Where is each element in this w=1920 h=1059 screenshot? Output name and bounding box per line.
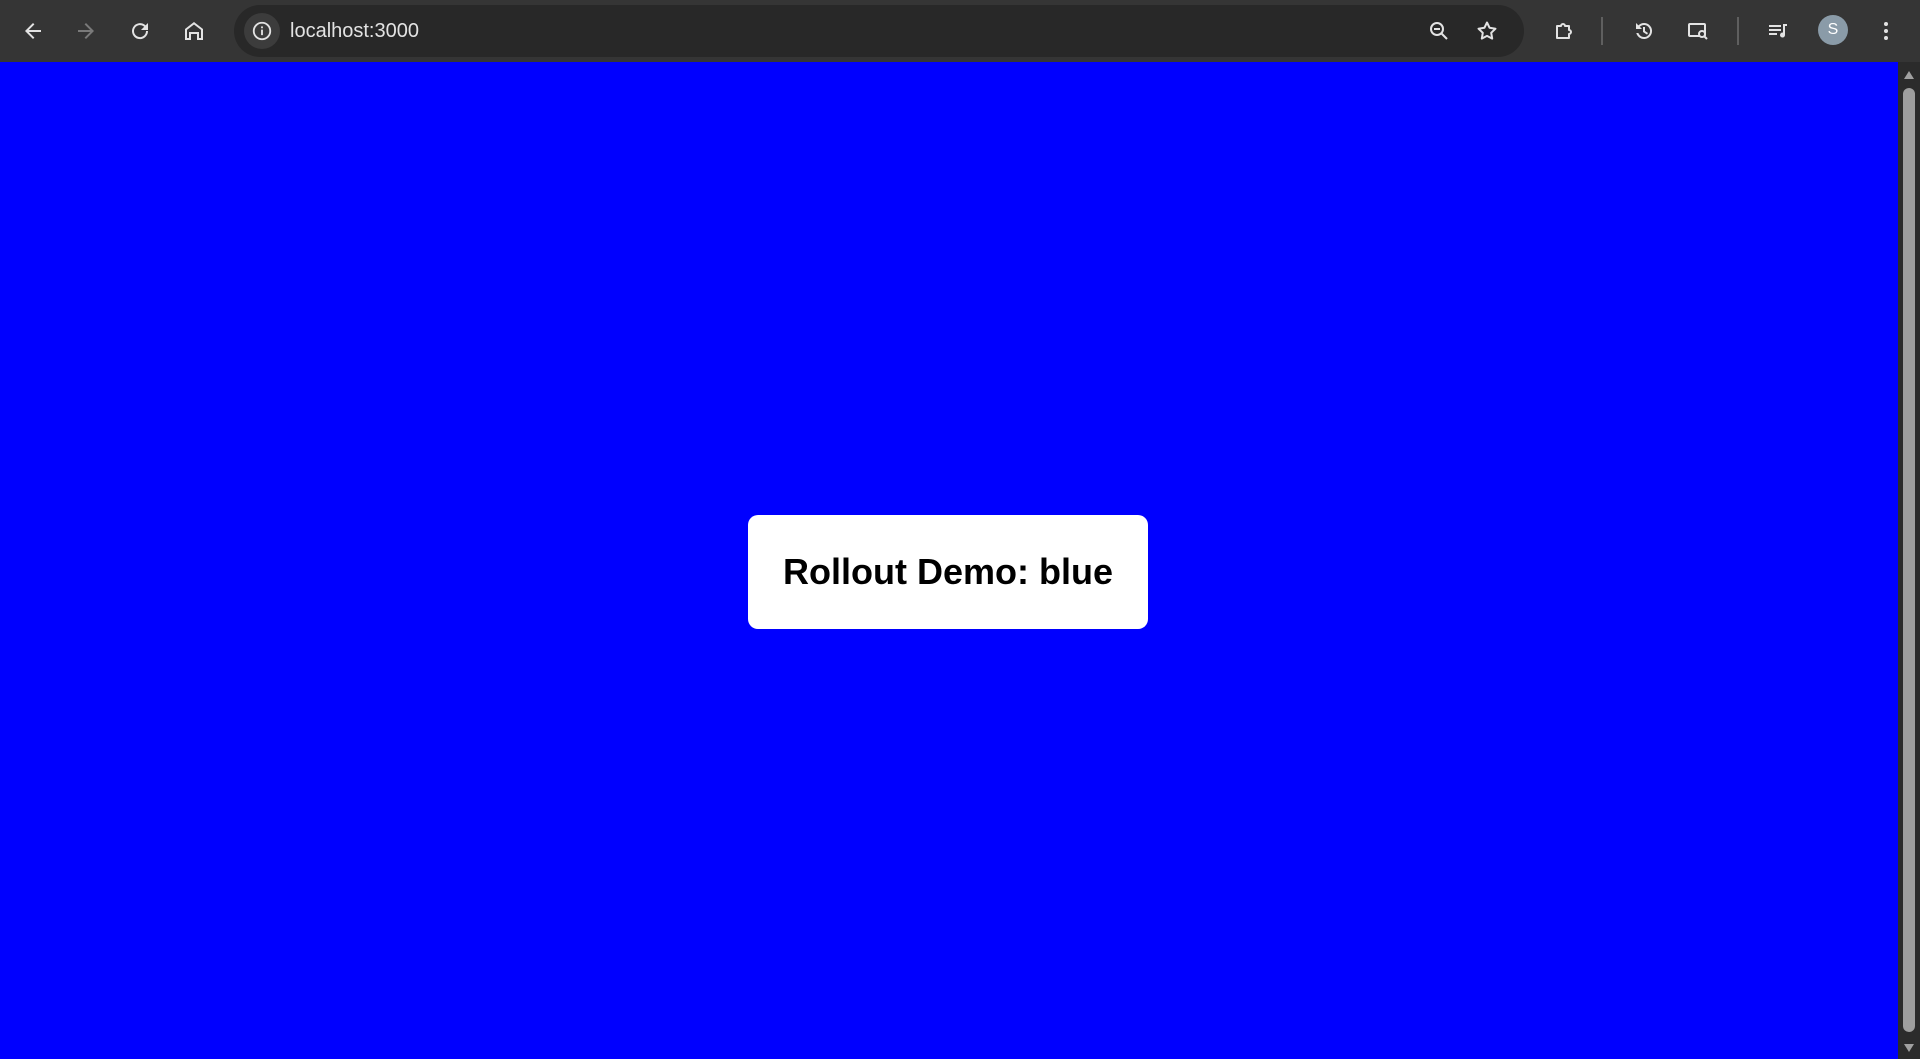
history-icon [1636, 22, 1653, 39]
scroll-down-button[interactable] [1898, 1039, 1920, 1057]
media-queue-icon [1769, 24, 1787, 38]
zoom-out-icon [1430, 22, 1448, 40]
triangle-down-icon [1904, 1044, 1914, 1052]
forward-button[interactable] [64, 9, 108, 53]
zoom-button[interactable] [1421, 13, 1457, 49]
demo-card: Rollout Demo: blue [748, 515, 1148, 629]
address-bar[interactable]: localhost:3000 [234, 5, 1524, 57]
star-icon [1477, 21, 1497, 40]
back-button[interactable] [11, 9, 55, 53]
kebab-menu-icon [1884, 22, 1888, 40]
media-queue-button[interactable] [1756, 9, 1800, 53]
back-arrow-icon [25, 23, 41, 39]
home-icon [185, 22, 203, 40]
browser-toolbar: localhost:3000 S [0, 0, 1920, 62]
bookmark-button[interactable] [1469, 13, 1505, 49]
vertical-scrollbar[interactable] [1898, 62, 1920, 1059]
home-button[interactable] [172, 9, 216, 53]
profile-avatar[interactable]: S [1818, 15, 1848, 45]
reload-button[interactable] [118, 9, 162, 53]
toolbar-separator [1601, 17, 1603, 45]
scrollbar-thumb[interactable] [1903, 88, 1915, 1032]
site-info-button[interactable] [244, 13, 280, 49]
puzzle-icon [1556, 23, 1572, 39]
browser-menu-button[interactable] [1864, 9, 1908, 53]
page-title: Rollout Demo: blue [783, 551, 1113, 592]
toolbar-separator [1737, 17, 1739, 45]
history-button[interactable] [1622, 9, 1666, 53]
scroll-up-button[interactable] [1898, 66, 1920, 84]
triangle-up-icon [1904, 71, 1914, 79]
search-page-button[interactable] [1676, 9, 1720, 53]
reload-icon [132, 23, 149, 40]
page-viewport: Rollout Demo: blue [0, 62, 1898, 1059]
info-icon [252, 21, 272, 41]
forward-arrow-icon [78, 23, 94, 39]
url-text[interactable]: localhost:3000 [290, 5, 419, 57]
extensions-button[interactable] [1542, 9, 1586, 53]
search-page-icon [1688, 23, 1708, 40]
